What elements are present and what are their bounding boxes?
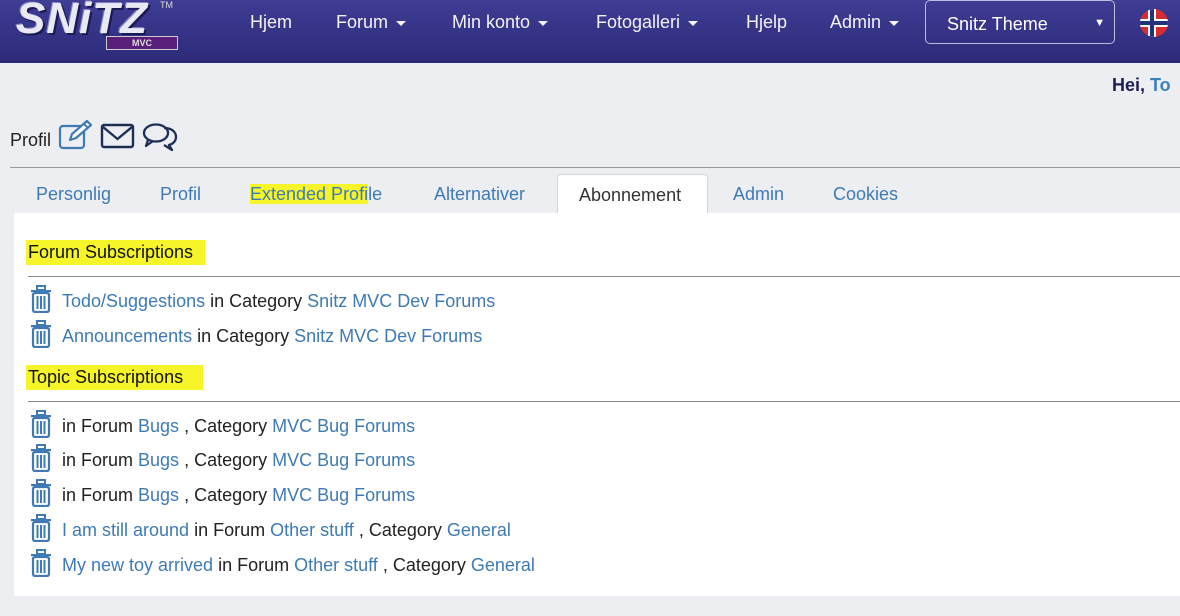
tab-admin[interactable]: Admin [733,174,784,214]
category-link[interactable]: MVC Bug Forums [272,485,415,505]
tab-label-highlighted: Extended Profi [250,184,369,204]
forum-link[interactable]: Other stuff [294,555,378,575]
row-text: , Category [377,555,471,575]
subscriptions-panel: Forum Subscriptions Todo/Suggestions in … [14,213,1180,596]
nav-home[interactable]: Hjem [250,12,292,33]
tab-alternativer[interactable]: Alternativer [434,174,525,214]
nav-admin-label: Admin [830,12,882,32]
trash-icon[interactable] [30,285,52,313]
profile-label: Profil [10,130,52,150]
tab-label: Admin [733,184,785,204]
row-text: in Forum [189,520,271,540]
dropdown-arrow-icon: ▼ [1094,17,1105,29]
row-text: in Forum [213,555,295,575]
row-text: , Category [179,450,273,470]
trash-icon[interactable] [30,514,52,542]
row-text: , Category [179,416,273,436]
nav-my-account[interactable]: Min konto [452,12,549,33]
row-text: in Category [192,326,295,346]
tab-cookies[interactable]: Cookies [833,174,898,214]
nav-forum[interactable]: Forum [336,12,407,33]
nav-admin[interactable]: Admin [830,12,900,33]
section-divider [28,401,1180,402]
nav-help[interactable]: Hjelp [746,12,787,33]
topic-link[interactable]: I am still around [62,520,189,540]
greeting-prefix: Hei, [1112,75,1151,95]
greeting-username[interactable]: To [1150,75,1171,95]
trash-icon[interactable] [30,410,52,438]
top-navbar: SNiTZ TM MVC Hjem Forum Min konto Fotoga… [0,0,1180,63]
norway-flag-icon[interactable] [1140,9,1168,37]
row-text: in Forum [62,416,139,436]
tab-label: Alternativer [434,184,526,204]
nav-help-label: Hjelp [746,12,788,32]
tab-label: Cookies [833,184,899,204]
forum-link[interactable]: Other stuff [270,520,354,540]
trash-icon[interactable] [30,549,52,577]
forum-link[interactable]: Todo/Suggestions [62,291,205,311]
chevron-down-icon [396,20,407,26]
profile-divider [10,167,1180,168]
topic-subscriptions-title: Topic Subscriptions [26,365,204,390]
user-greeting: Hei, To [1112,75,1171,96]
snitz-logo[interactable]: SNiTZ TM MVC [16,0,178,50]
profile-tabs: Personlig Profil Extended Profile Altern… [14,174,1180,214]
forum-link[interactable]: Announcements [62,326,192,346]
tab-extended-profile[interactable]: Extended Profile [250,174,382,214]
nav-photo-gallery[interactable]: Fotogalleri [596,12,699,33]
theme-select-value: Snitz Theme [947,14,1048,34]
forum-link[interactable]: Bugs [138,485,179,505]
category-link[interactable]: General [471,555,535,575]
edit-icon[interactable] [58,120,94,150]
tab-abonnement[interactable]: Abonnement [557,174,708,214]
envelope-icon[interactable] [100,122,136,150]
nav-my-account-label: Min konto [452,12,531,32]
trash-icon[interactable] [30,444,52,472]
category-link[interactable]: General [447,520,511,540]
trash-icon[interactable] [30,320,52,348]
tab-label-rest: le [368,184,383,204]
category-link[interactable]: MVC Bug Forums [272,450,415,470]
nav-home-label: Hjem [250,12,293,32]
row-text: , Category [179,485,273,505]
tab-profil[interactable]: Profil [160,174,201,214]
nav-photo-gallery-label: Fotogalleri [596,12,681,32]
row-text: in Forum [62,485,139,505]
nav-forum-label: Forum [336,12,389,32]
trash-icon[interactable] [30,479,52,507]
chevron-down-icon [889,20,900,26]
category-link[interactable]: Snitz MVC Dev Forums [307,291,495,311]
chevron-down-icon [688,20,699,26]
forum-link[interactable]: Bugs [138,416,179,436]
topic-link[interactable]: My new toy arrived [62,555,213,575]
row-text: , Category [353,520,447,540]
tab-label: Abonnement [579,185,682,205]
row-text: in Category [205,291,308,311]
section-divider [28,276,1180,277]
tab-label: Personlig [36,184,112,204]
theme-select[interactable]: Snitz Theme ▼ [925,0,1115,44]
row-text: in Forum [62,450,139,470]
logo-sub: MVC [106,36,178,50]
category-link[interactable]: Snitz MVC Dev Forums [294,326,482,346]
tab-personlig[interactable]: Personlig [36,174,111,214]
chevron-down-icon [538,20,549,26]
logo-trademark: TM [160,0,173,10]
forum-link[interactable]: Bugs [138,450,179,470]
tab-label: Profil [160,184,202,204]
chat-icon[interactable] [142,122,178,152]
forum-subscriptions-title: Forum Subscriptions [26,240,206,265]
category-link[interactable]: MVC Bug Forums [272,416,415,436]
